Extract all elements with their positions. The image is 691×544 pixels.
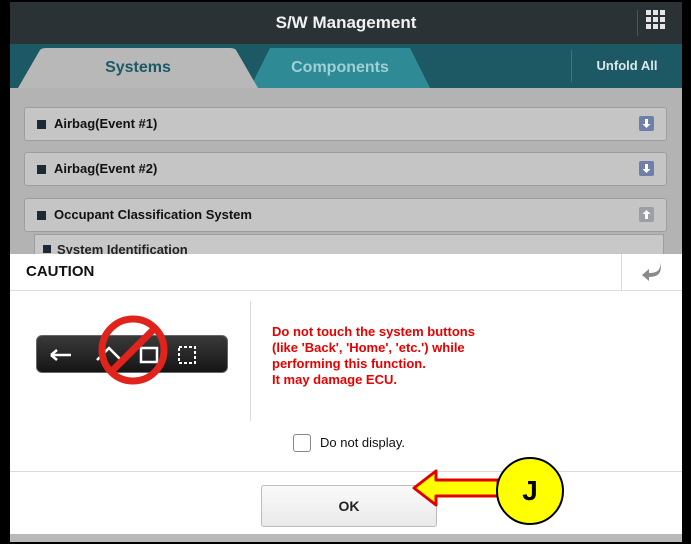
system-row-airbag-2[interactable]: Airbag(Event #2)	[24, 152, 667, 186]
system-label: Occupant Classification System	[54, 207, 252, 222]
tab-bar: Components Systems Unfold All	[10, 44, 682, 88]
collapse-up-icon[interactable]	[639, 207, 654, 222]
back-arrow-icon[interactable]	[621, 254, 682, 290]
caution-dialog: CAUTION Do not touch the system buttons …	[10, 254, 682, 534]
dialog-title: CAUTION	[26, 263, 95, 280]
prohibited-icon	[98, 315, 168, 385]
callout-arrow-icon	[412, 469, 500, 507]
expand-down-icon[interactable]	[639, 161, 654, 176]
screenshot-button-icon	[178, 346, 196, 364]
tab-components-label: Components	[291, 59, 389, 76]
grid-menu-icon[interactable]	[637, 10, 672, 36]
dialog-header: CAUTION	[10, 254, 682, 291]
system-label: Airbag(Event #1)	[54, 116, 158, 131]
warning-line: It may damage ECU.	[272, 372, 397, 387]
bullet-icon	[37, 120, 46, 129]
title-bar: S/W Management	[10, 2, 682, 44]
unfold-all-button[interactable]: Unfold All	[571, 50, 682, 82]
system-label: Airbag(Event #2)	[54, 161, 158, 176]
do-not-display-label[interactable]: Do not display.	[320, 434, 405, 452]
bullet-icon	[43, 245, 51, 253]
do-not-display-checkbox[interactable]	[293, 434, 311, 452]
back-button-icon	[50, 349, 71, 361]
page-title: S/W Management	[275, 13, 417, 32]
bullet-icon	[37, 165, 46, 174]
footer-divider	[10, 471, 682, 472]
ok-button[interactable]: OK	[261, 485, 437, 527]
systems-list: Airbag(Event #1) Airbag(Event #2) Occupa…	[10, 88, 682, 256]
tab-systems[interactable]: Systems	[18, 48, 258, 88]
tab-systems-label: Systems	[105, 59, 171, 76]
warning-line: Do not touch the system buttons	[272, 324, 475, 339]
system-row-ocs[interactable]: Occupant Classification System	[24, 198, 667, 232]
tab-components[interactable]: Components	[240, 48, 440, 88]
vertical-divider	[250, 301, 251, 421]
system-row-airbag-1[interactable]: Airbag(Event #1)	[24, 107, 667, 141]
app-window: S/W Management Components Systems Unfold…	[10, 2, 682, 542]
callout-badge: J	[496, 457, 564, 525]
bullet-icon	[37, 211, 46, 220]
expand-down-icon[interactable]	[639, 116, 654, 131]
dialog-body: Do not touch the system buttons (like 'B…	[10, 291, 682, 471]
warning-line: performing this function.	[272, 356, 426, 371]
warning-line: (like 'Back', 'Home', 'etc.') while	[272, 340, 465, 355]
warning-message: Do not touch the system buttons (like 'B…	[272, 324, 572, 388]
